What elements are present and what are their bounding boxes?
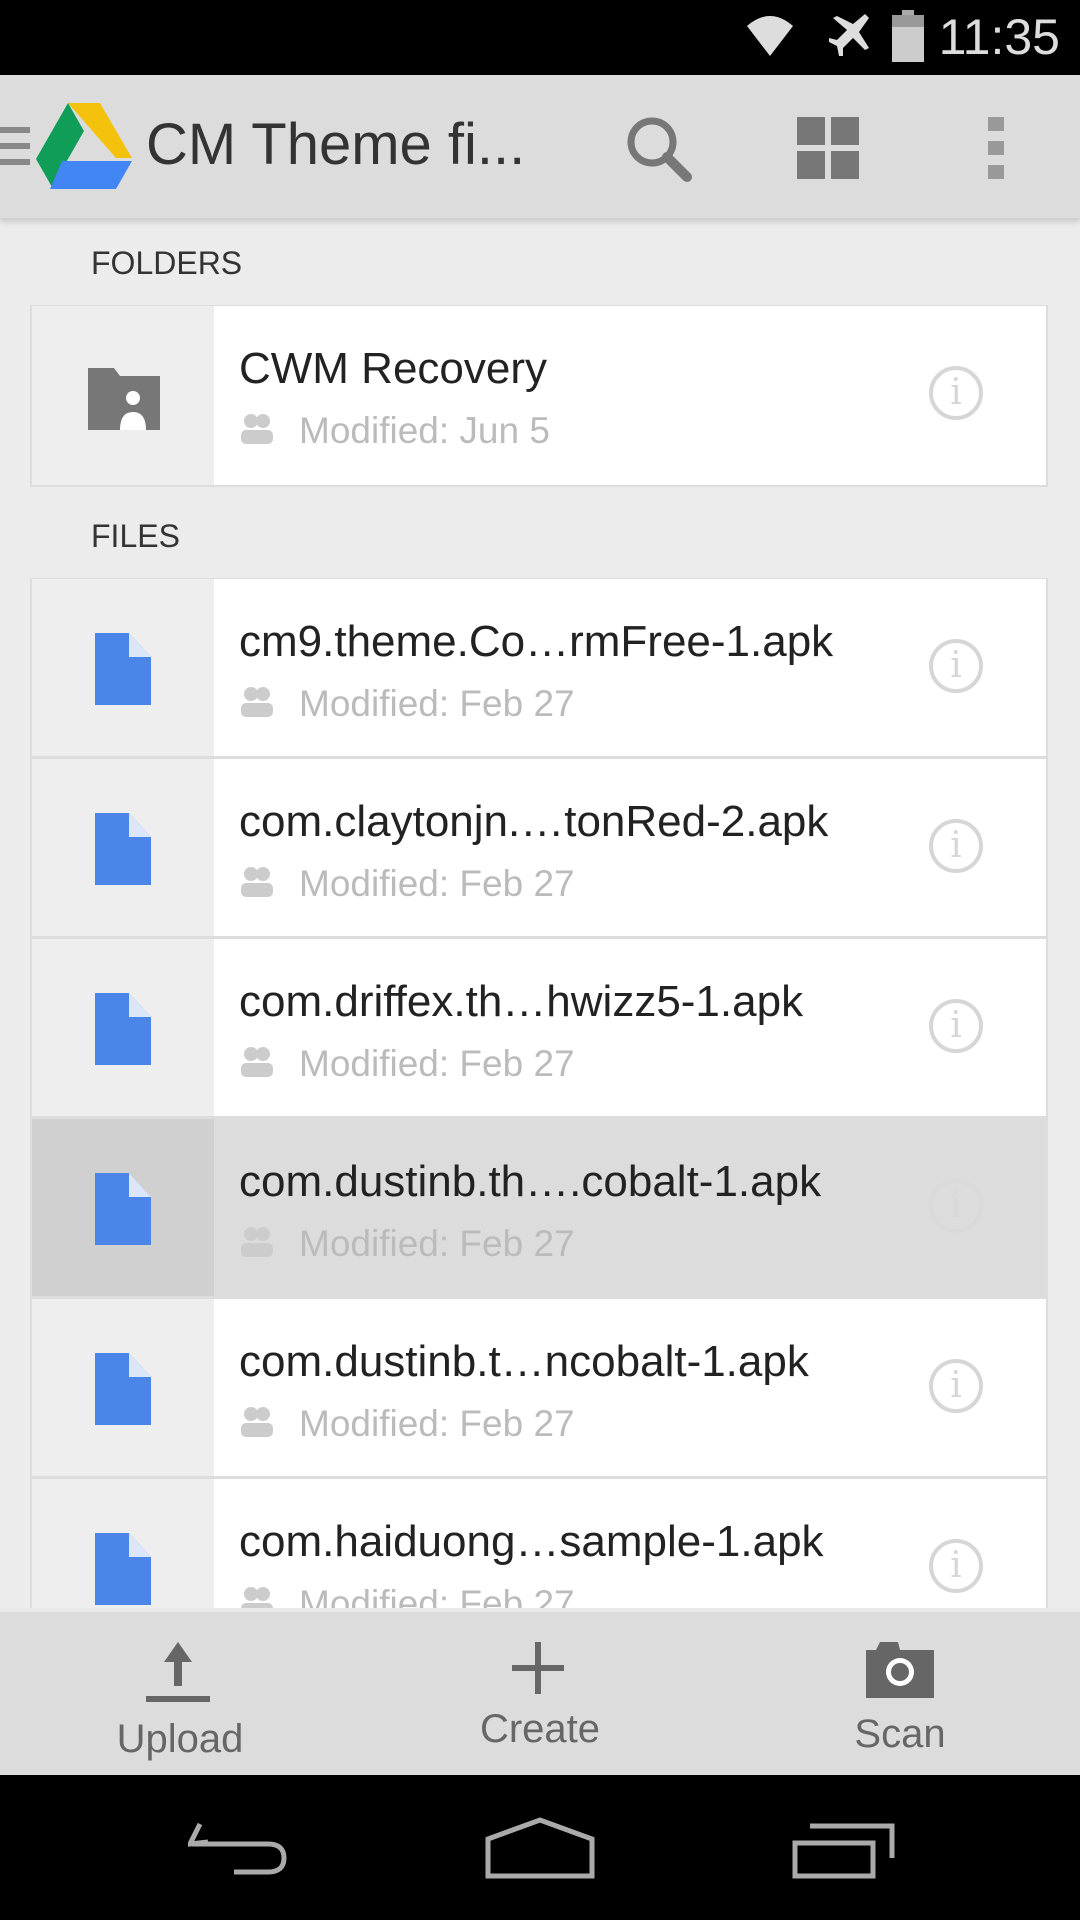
info-icon[interactable]: i — [929, 639, 983, 693]
recent-apps-icon[interactable] — [792, 1823, 896, 1879]
info-icon[interactable]: i — [929, 366, 983, 420]
shared-people-icon — [241, 1047, 273, 1077]
folder-row[interactable]: CWM Recovery Modified: Jun 5 i — [30, 305, 1048, 487]
shared-people-icon — [241, 1227, 273, 1257]
airplane-mode-icon — [829, 14, 869, 56]
file-icon — [95, 1173, 151, 1245]
back-icon[interactable] — [188, 1820, 292, 1876]
shared-people-icon — [241, 414, 273, 444]
upload-button[interactable]: Upload — [0, 1612, 360, 1775]
create-label: Create — [479, 1707, 601, 1751]
clock: 11:35 — [938, 9, 1060, 65]
file-modified: Modified: Feb 27 — [299, 1223, 575, 1264]
plus-icon — [512, 1642, 564, 1694]
app-toolbar: CM Theme fi... — [0, 75, 1080, 218]
info-icon[interactable]: i — [929, 1179, 983, 1233]
file-row[interactable]: com.dustinb.t…ncobalt-1.apk Modified: Fe… — [30, 1298, 1048, 1478]
search-icon[interactable] — [625, 115, 695, 185]
create-button[interactable]: Create — [360, 1612, 720, 1775]
file-icon — [95, 993, 151, 1065]
folder-name: CWM Recovery — [239, 344, 548, 393]
overflow-menu-icon[interactable] — [988, 117, 1004, 179]
info-icon[interactable]: i — [929, 1359, 983, 1413]
file-row[interactable]: com.driffex.th…hwizz5-1.apk Modified: Fe… — [30, 938, 1048, 1118]
upload-icon — [146, 1642, 210, 1702]
google-drive-logo — [36, 103, 132, 189]
home-icon[interactable] — [485, 1817, 595, 1879]
file-name: com.driffex.th…hwizz5-1.apk — [239, 977, 804, 1026]
shared-people-icon — [241, 867, 273, 897]
folder-modified: Modified: Jun 5 — [299, 410, 550, 451]
grid-view-icon[interactable] — [797, 117, 859, 179]
file-modified: Modified: Feb 27 — [299, 683, 575, 724]
file-name: com.claytonjn.…tonRed-2.apk — [239, 797, 829, 846]
shared-people-icon — [241, 1407, 273, 1437]
file-icon — [95, 1353, 151, 1425]
file-name: com.dustinb.t…ncobalt-1.apk — [239, 1337, 809, 1386]
status-bar: 11:35 — [0, 0, 1080, 75]
scan-label: Scan — [854, 1712, 946, 1756]
shared-people-icon — [241, 687, 273, 717]
files-header: FILES — [91, 518, 180, 554]
scan-button[interactable]: Scan — [720, 1612, 1080, 1775]
info-icon[interactable]: i — [929, 819, 983, 873]
file-row[interactable]: com.dustinb.th….cobalt-1.apk Modified: F… — [30, 1118, 1048, 1298]
camera-icon — [866, 1642, 934, 1698]
wifi-icon — [747, 16, 793, 56]
file-name: com.dustinb.th….cobalt-1.apk — [239, 1157, 822, 1206]
file-name: com.haiduong…sample-1.apk — [239, 1517, 824, 1566]
file-icon — [95, 813, 151, 885]
system-nav-bar — [0, 1775, 1080, 1920]
file-row[interactable]: cm9.theme.Co…rmFree-1.apk Modified: Feb … — [30, 578, 1048, 758]
file-modified: Modified: Feb 27 — [299, 863, 575, 904]
folder-title: CM Theme fi... — [146, 112, 526, 177]
nav-drawer-button[interactable] — [0, 75, 140, 218]
battery-icon — [892, 10, 924, 62]
info-icon[interactable]: i — [929, 1539, 983, 1593]
file-modified: Modified: Feb 27 — [299, 1403, 575, 1444]
menu-icon — [0, 127, 30, 165]
file-icon — [95, 633, 151, 705]
file-modified: Modified: Feb 27 — [299, 1043, 575, 1084]
bottom-action-bar: Upload Create Scan — [0, 1608, 1080, 1775]
file-icon — [95, 1533, 151, 1605]
shared-folder-icon — [88, 368, 160, 430]
upload-label: Upload — [116, 1717, 244, 1761]
file-name: cm9.theme.Co…rmFree-1.apk — [239, 617, 834, 666]
info-icon[interactable]: i — [929, 999, 983, 1053]
file-row[interactable]: com.claytonjn.…tonRed-2.apk Modified: Fe… — [30, 758, 1048, 938]
folders-header: FOLDERS — [91, 245, 243, 281]
